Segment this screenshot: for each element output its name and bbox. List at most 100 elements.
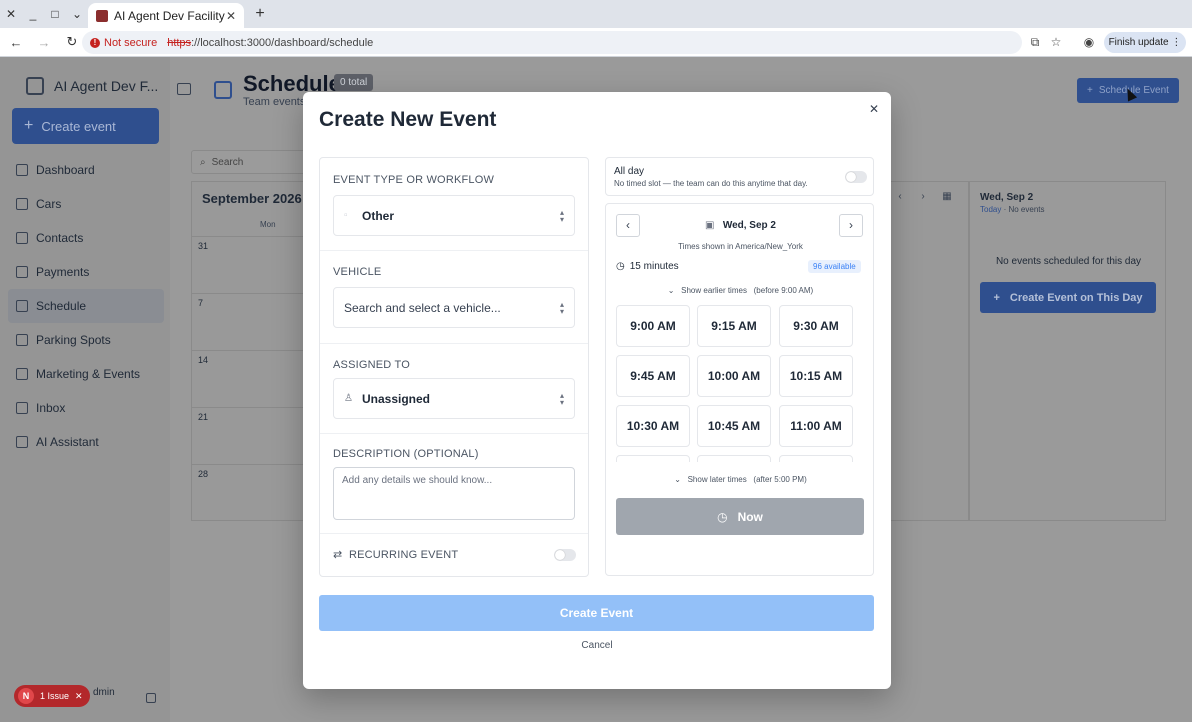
install-icon[interactable]: ⧉ [1028,35,1042,49]
day-number: 31 [198,241,209,251]
sidebar-item-schedule[interactable]: Schedule [8,289,164,323]
calendar-day-cell[interactable]: 28 [192,464,304,521]
close-window-icon[interactable]: ✕ [0,0,22,28]
create-event-button[interactable]: + Create event [12,108,159,144]
today-link[interactable]: Today [980,205,1001,214]
time-slot[interactable]: 9:15 AM [697,305,771,347]
sidebar-item-dashboard[interactable]: Dashboard [8,153,164,187]
clock-icon: ◷ [616,261,625,272]
close-icon[interactable]: ✕ [869,102,879,116]
collapse-sidebar-icon[interactable] [146,693,156,703]
sidebar-toggle-icon[interactable] [177,83,191,95]
bookmark-star-icon[interactable]: ☆ [1049,35,1063,49]
day-number: 7 [198,298,204,308]
car-icon [16,198,28,210]
back-icon[interactable]: ← [4,30,28,54]
sidebar-item-contacts[interactable]: Contacts [8,221,164,255]
sidebar-item-parking-spots[interactable]: Parking Spots [8,323,164,357]
create-event-submit-button[interactable]: Create Event [319,595,874,631]
day-number: 28 [198,469,209,479]
time-slot[interactable]: 9:00 AM [616,305,690,347]
search-icon: ⌕ [200,156,206,168]
timezone-note: Times shown in America/New_York [678,242,803,251]
create-event-on-day-button[interactable]: + Create Event on This Day [980,282,1156,313]
calendar-day-cell[interactable]: 31 [192,236,304,293]
tab-list-chevron-icon[interactable]: ⌄ [66,0,88,28]
time-slot[interactable] [697,455,771,462]
brand: AI Agent Dev F... [26,77,158,95]
repeat-icon: ⇄ [333,549,343,561]
all-day-toggle[interactable] [845,171,867,183]
page-subtitle: Team events [243,96,306,108]
assigned-value: Unassigned [362,391,431,406]
time-slot[interactable] [779,455,853,462]
chevron-down-icon: ⌄ [674,475,681,484]
sidebar-item-ai-assistant[interactable]: AI Assistant [8,425,164,459]
browser-tab[interactable]: AI Agent Dev Facility ✕ [88,3,244,28]
time-slot[interactable]: 10:45 AM [697,405,771,447]
assigned-section: ASSIGNED TO ♙ Unassigned ▴ ▾ [320,344,588,434]
duration-row: ◷ 15 minutes [616,261,679,272]
close-tab-icon[interactable]: ✕ [226,9,236,23]
reload-icon[interactable]: ↻ [60,30,84,54]
globe-icon [16,436,28,448]
sidebar-item-label: AI Assistant [36,435,99,449]
pin-icon [16,334,28,346]
cancel-button[interactable]: Cancel [303,640,891,651]
time-slot[interactable]: 10:00 AM [697,355,771,397]
time-slot[interactable]: 9:45 AM [616,355,690,397]
create-event-modal: Create New Event ✕ EVENT TYPE OR WORKFLO… [303,92,891,689]
new-tab-icon[interactable]: + [250,4,270,24]
issue-label: 1 Issue [40,691,70,701]
show-earlier-hint: (before 9:00 AM) [753,286,814,295]
sidebar-item-payments[interactable]: Payments [8,255,164,289]
finish-update-button[interactable]: Finish update ⋮ [1104,32,1186,53]
forward-icon[interactable]: → [32,30,56,54]
url-text: ://localhost:3000/dashboard/schedule [191,36,374,49]
calendar-day-cell[interactable]: 21 [192,407,304,464]
search-input[interactable]: ⌕ Search [191,150,311,174]
calendar-day-cell[interactable]: 7 [192,293,304,350]
time-slot-picker: ‹ ▣ Wed, Sep 2 › Times shown in America/… [605,203,874,576]
time-slot[interactable]: 10:15 AM [779,355,853,397]
profile-icon[interactable]: ◉ [1082,35,1096,49]
next-day-button[interactable]: › [839,214,863,237]
time-slot-grid: 9:00 AM 9:15 AM 9:30 AM 9:45 AM 10:00 AM… [616,305,856,462]
event-type-section: EVENT TYPE OR WORKFLOW ▫ Other ▴ ▾ [320,158,588,251]
browser-tabstrip: ✕ _ □ ⌄ AI Agent Dev Facility ✕ + [0,0,1192,28]
sidebar-item-inbox[interactable]: Inbox [8,391,164,425]
assigned-select[interactable]: ♙ Unassigned ▴ ▾ [333,378,575,419]
inbox-icon [16,402,28,414]
browser-toolbar: ← → ↻ ! Not secure https ://localhost:30… [0,28,1192,57]
next-month-icon[interactable]: › [914,188,932,206]
prev-month-icon[interactable]: ‹ [891,188,909,206]
sidebar-item-marketing[interactable]: Marketing & Events [8,357,164,391]
time-slot[interactable]: 10:30 AM [616,405,690,447]
time-slot[interactable]: 9:30 AM [779,305,853,347]
vehicle-select[interactable]: Search and select a vehicle... ▴ ▾ [333,287,575,328]
minimize-window-icon[interactable]: _ [22,0,44,28]
show-earlier-button[interactable]: ⌄ Show earlier times (before 9:00 AM) [606,286,875,295]
create-event-label: Create event [41,118,116,134]
time-slot[interactable] [616,455,690,462]
show-later-button[interactable]: ⌄ Show later times (after 5:00 PM) [606,475,875,484]
vehicle-placeholder: Search and select a vehicle... [344,300,501,315]
calendar-day-cell[interactable]: 14 [192,350,304,407]
close-icon[interactable]: ✕ [75,691,83,702]
address-bar[interactable]: ! Not secure https ://localhost:3000/das… [82,31,1022,54]
user-name: dmin [93,687,115,698]
building-icon [26,77,44,95]
calendar-view-icon[interactable]: ▦ [938,188,956,206]
event-type-value: Other [362,208,395,223]
tag-icon: ▫ [344,210,348,221]
issue-badge[interactable]: N 1 Issue ✕ [14,685,90,707]
sidebar-item-label: Cars [36,197,62,211]
description-textarea[interactable]: Add any details we should know... [333,467,575,520]
now-button[interactable]: ◷ Now [616,498,864,535]
not-secure-indicator[interactable]: ! Not secure [90,37,157,49]
event-type-select[interactable]: ▫ Other ▴ ▾ [333,195,575,236]
sidebar-item-cars[interactable]: Cars [8,187,164,221]
maximize-window-icon[interactable]: □ [44,0,66,28]
recurring-toggle[interactable] [554,549,576,561]
time-slot[interactable]: 11:00 AM [779,405,853,447]
